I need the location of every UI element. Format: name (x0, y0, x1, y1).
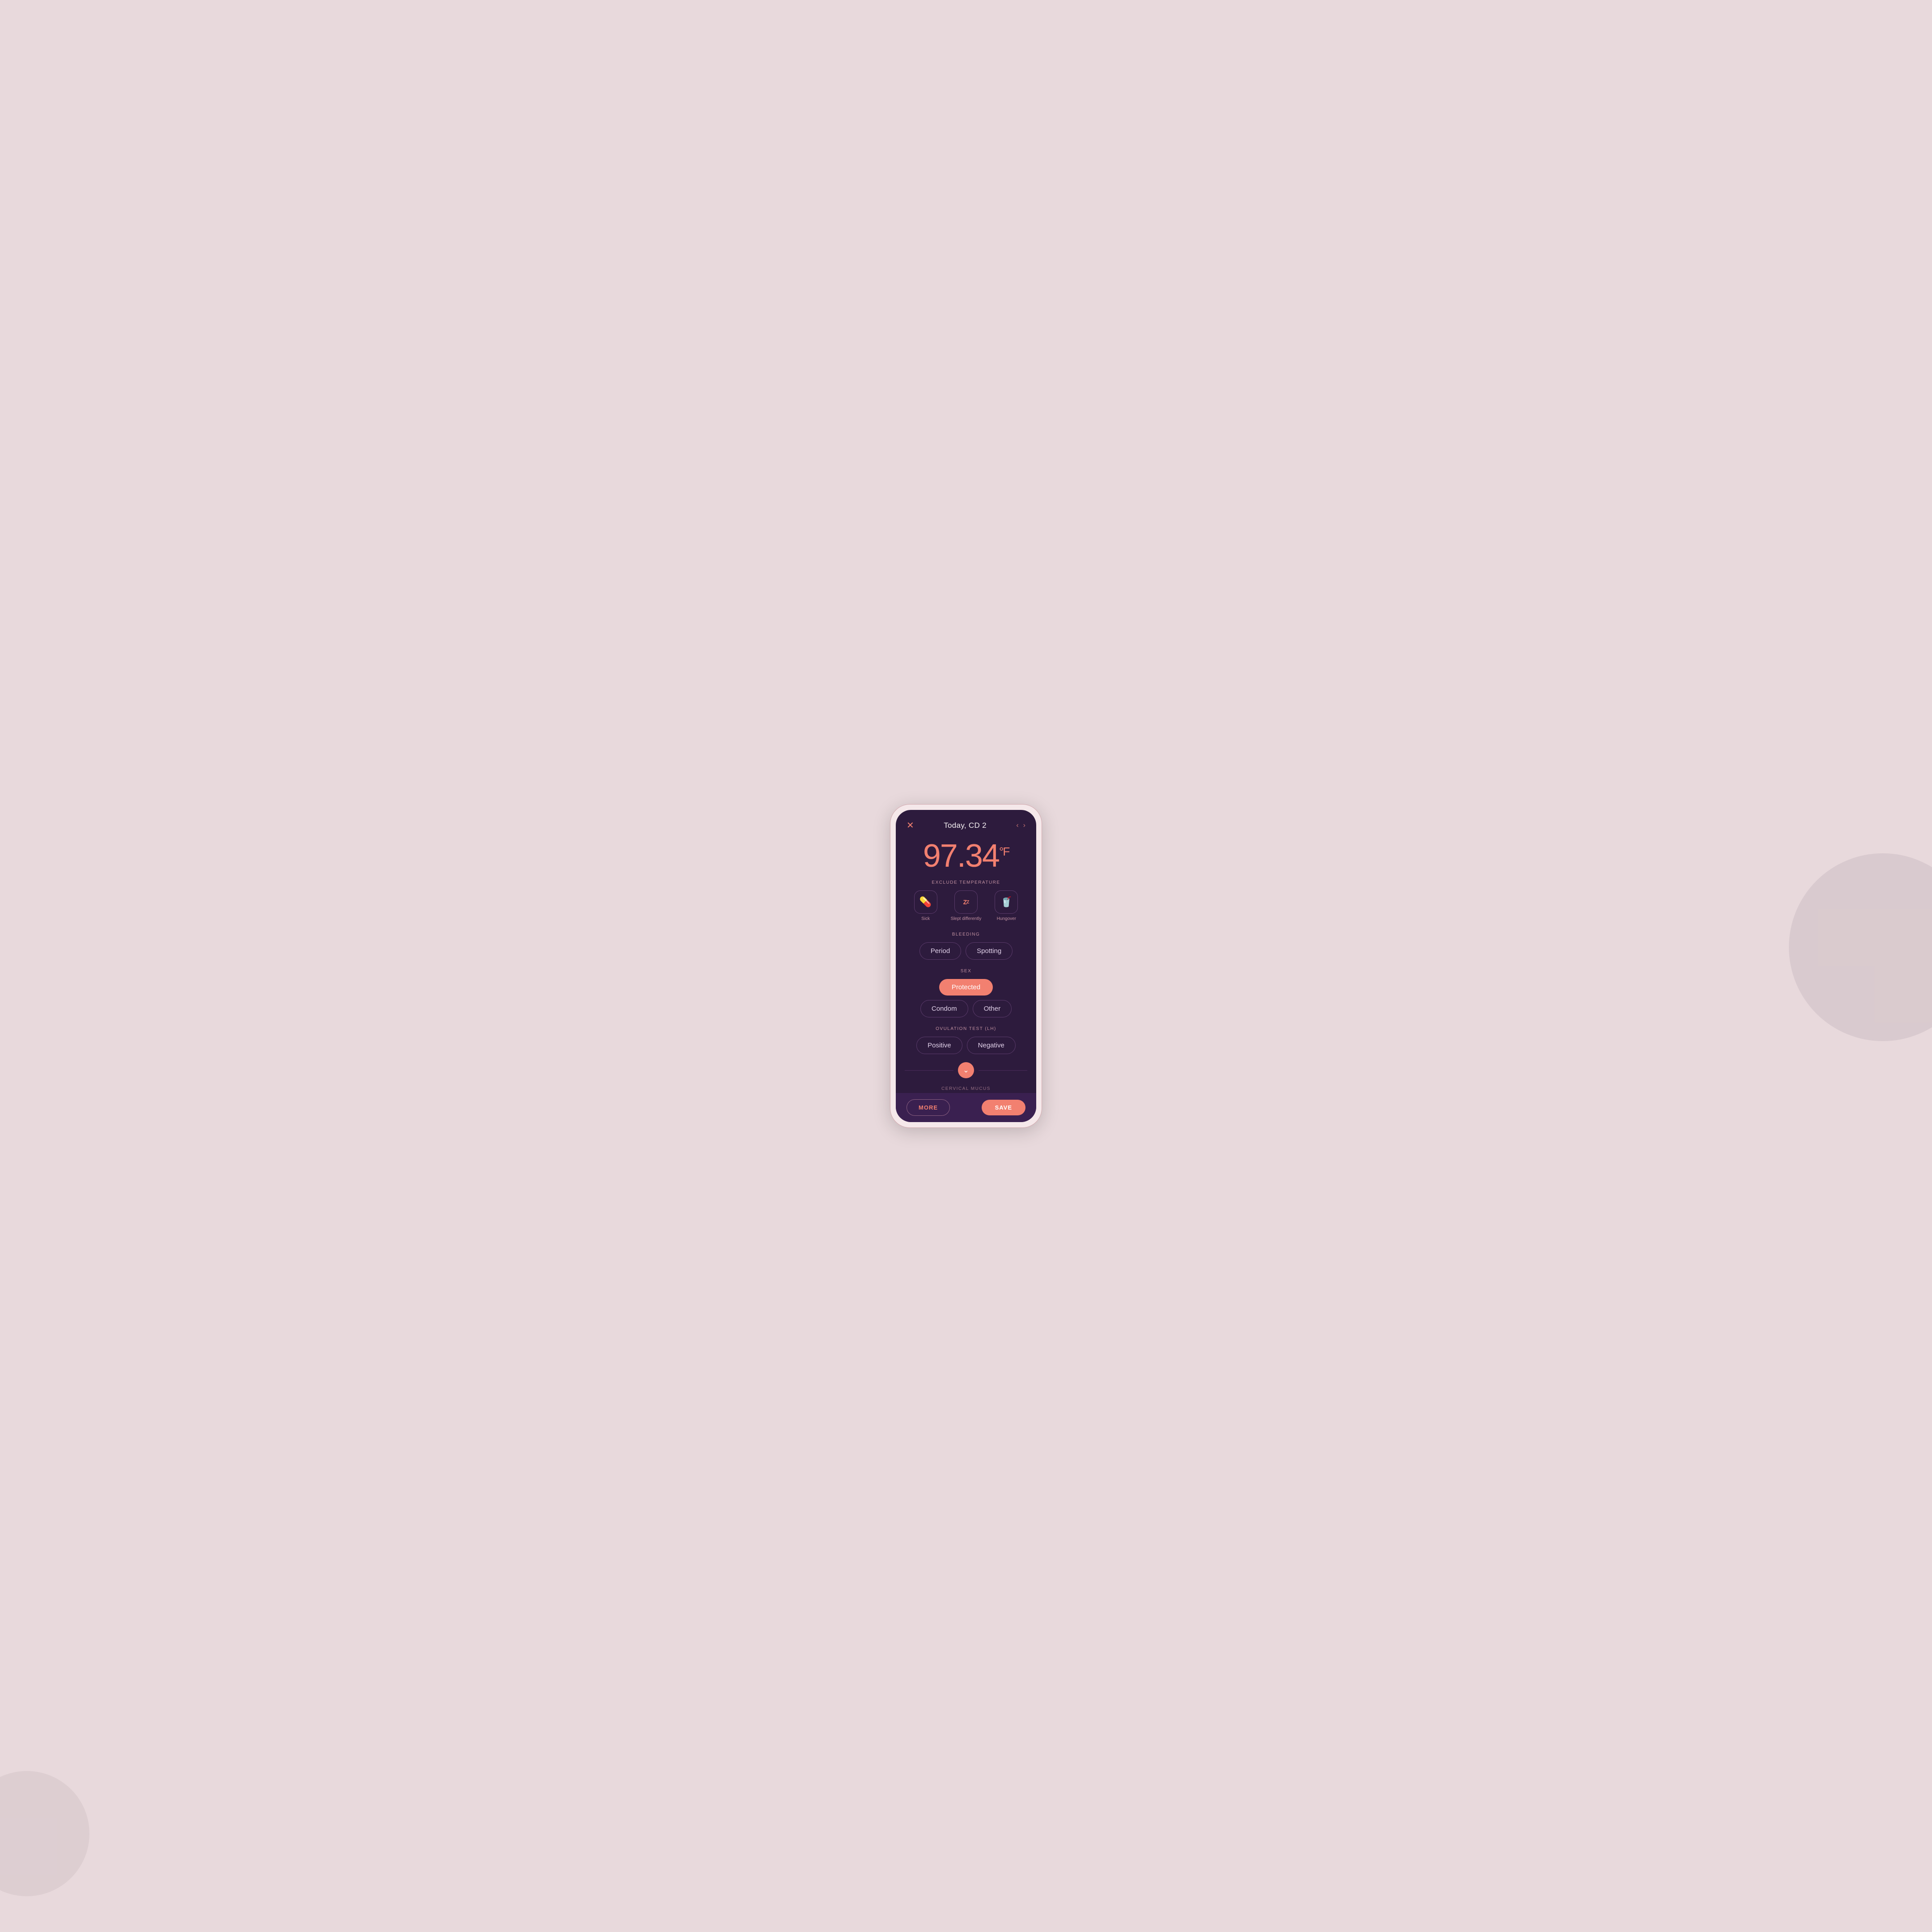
ovulation-test-label: OVULATION TEST (LH) (905, 1026, 1027, 1031)
bottom-bar: MORE SAVE (896, 1093, 1036, 1122)
slept-differently-label: Slept differently (951, 916, 982, 921)
bleeding-section: BLEEDING Period Spotting (896, 927, 1036, 963)
slept-differently-option[interactable]: ZZ Slept differently (951, 890, 982, 921)
slept-differently-icon: ZZ (954, 890, 978, 914)
expand-chevron[interactable]: ⌄ (958, 1062, 974, 1078)
cervical-mucus-partial: CERVICAL MUCUS (896, 1083, 1036, 1093)
hungover-option[interactable]: 🥤 Hungover (995, 890, 1018, 921)
exclude-temperature-section: EXCLUDE TEMPERATURE 💊 Sick ZZ Slept diff… (896, 875, 1036, 927)
condom-button[interactable]: Condom (920, 1000, 968, 1017)
cervical-mucus-label: CERVICAL MUCUS (905, 1086, 1027, 1091)
sex-section: SEX Protected Condom Other (896, 963, 1036, 1021)
bleeding-buttons: Period Spotting (905, 942, 1027, 960)
nav-prev-button[interactable]: ‹ (1016, 822, 1018, 830)
temperature-number: 97.34 (923, 838, 999, 874)
close-button[interactable]: ✕ (907, 820, 914, 831)
divider-line-right (979, 1070, 1027, 1071)
page-title: Today, CD 2 (944, 821, 987, 830)
positive-button[interactable]: Positive (916, 1037, 962, 1054)
ovulation-test-section: OVULATION TEST (LH) Positive Negative (896, 1021, 1036, 1058)
bg-decoration-right (1789, 853, 1932, 1041)
sick-label: Sick (921, 916, 930, 921)
period-button[interactable]: Period (919, 942, 961, 960)
divider-section: ⌄ (896, 1058, 1036, 1083)
sick-icon: 💊 (914, 890, 937, 914)
exclude-icons-group: 💊 Sick ZZ Slept differently 🥤 Hungover (905, 890, 1027, 921)
bg-decoration-left (0, 1771, 89, 1896)
sex-buttons-row1: Protected (905, 979, 1027, 996)
chevron-down-icon: ⌄ (963, 1066, 969, 1075)
save-button[interactable]: SAVE (982, 1100, 1025, 1115)
bleeding-label: BLEEDING (905, 932, 1027, 937)
header-nav: ‹ › (1016, 822, 1025, 830)
header: ✕ Today, CD 2 ‹ › (896, 810, 1036, 835)
hungover-icon: 🥤 (995, 890, 1018, 914)
other-button[interactable]: Other (973, 1000, 1012, 1017)
hungover-label: Hungover (997, 916, 1016, 921)
phone-screen: ✕ Today, CD 2 ‹ › 97.34°F EXCLUDE TEMPER… (896, 810, 1036, 1122)
temperature-value: 97.34°F (923, 838, 1009, 874)
negative-button[interactable]: Negative (967, 1037, 1016, 1054)
divider-line-left (905, 1070, 953, 1071)
temperature-display: 97.34°F (896, 835, 1036, 875)
nav-next-button[interactable]: › (1023, 822, 1025, 830)
more-button[interactable]: MORE (907, 1099, 950, 1116)
phone-frame: ✕ Today, CD 2 ‹ › 97.34°F EXCLUDE TEMPER… (890, 804, 1042, 1128)
sick-option[interactable]: 💊 Sick (914, 890, 937, 921)
sex-label: SEX (905, 969, 1027, 974)
sex-buttons-row2: Condom Other (905, 1000, 1027, 1017)
protected-button[interactable]: Protected (939, 979, 993, 996)
exclude-temperature-label: EXCLUDE TEMPERATURE (905, 880, 1027, 885)
temperature-unit: °F (999, 845, 1009, 858)
spotting-button[interactable]: Spotting (966, 942, 1013, 960)
ovulation-buttons: Positive Negative (905, 1037, 1027, 1054)
screen-content: ✕ Today, CD 2 ‹ › 97.34°F EXCLUDE TEMPER… (896, 810, 1036, 1093)
